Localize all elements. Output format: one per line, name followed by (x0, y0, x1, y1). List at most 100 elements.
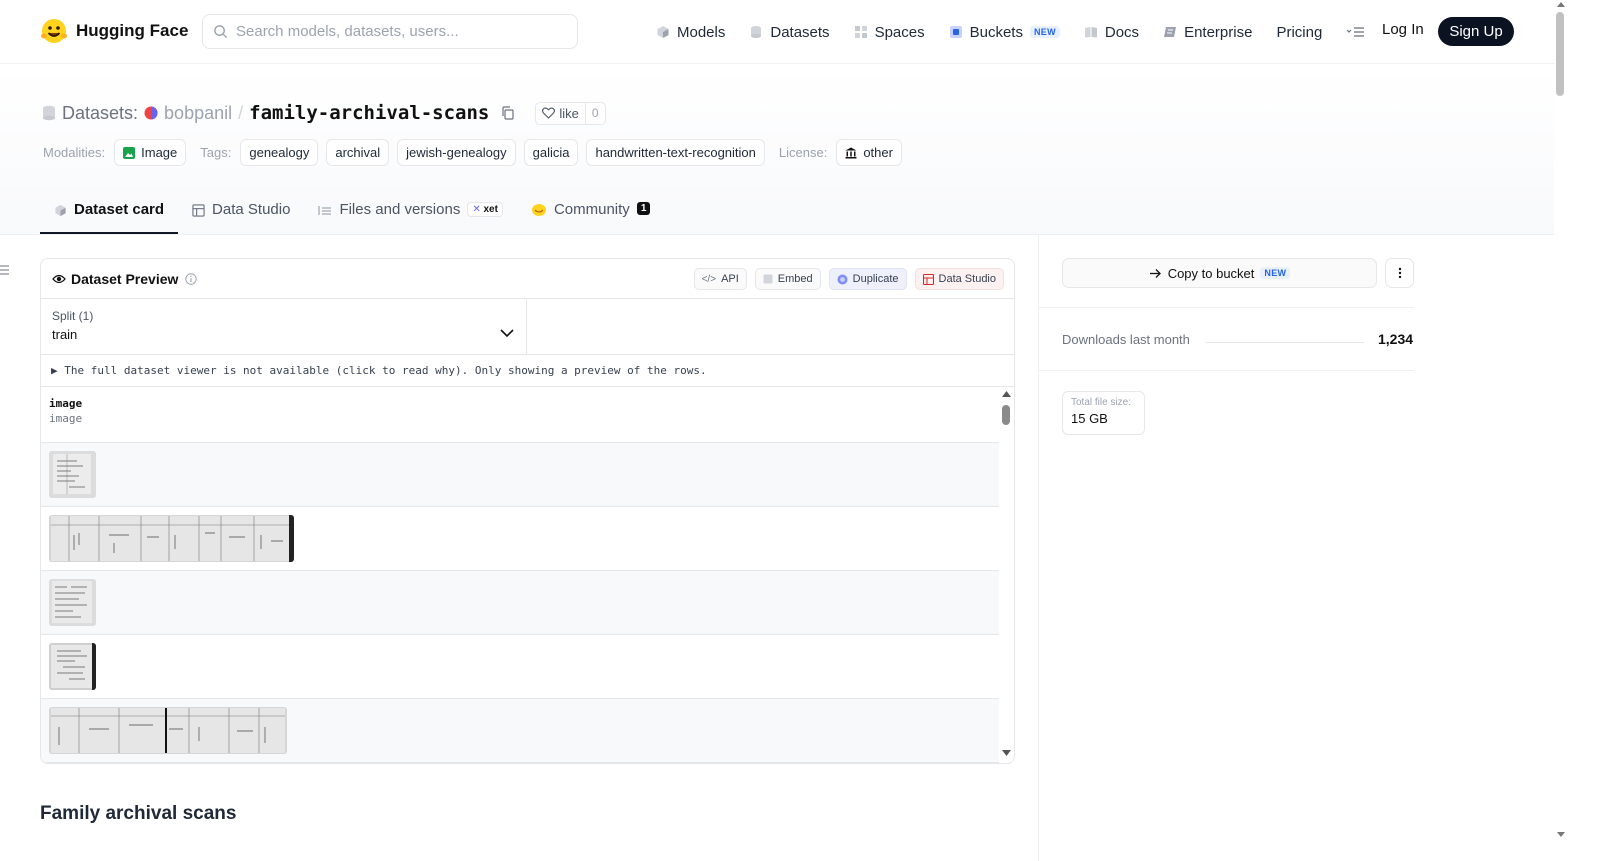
bank-icon (845, 147, 857, 158)
copy-to-bucket-button[interactable]: Copy to bucket NEW (1062, 258, 1377, 288)
embed-button[interactable]: Embed (754, 268, 821, 290)
column-type: image (49, 412, 83, 425)
modality-label: Image (141, 145, 178, 160)
nav-spaces[interactable]: Spaces (854, 20, 925, 44)
page-scrollbar[interactable] (1554, 0, 1568, 861)
search-input[interactable] (236, 23, 556, 40)
xet-badge: ✕ xet (467, 202, 503, 217)
repo-type-label: Datasets: (62, 102, 139, 123)
more-options-button[interactable] (1385, 258, 1414, 288)
search-box[interactable] (202, 14, 578, 49)
table-row[interactable] (41, 571, 999, 635)
downloads-value: 1,234 (1378, 331, 1414, 347)
like-count: 0 (591, 106, 599, 120)
info-icon[interactable] (185, 272, 198, 285)
files-icon (318, 206, 332, 215)
preview-title: Dataset Preview (71, 270, 179, 287)
table-row[interactable] (41, 699, 999, 763)
xet-badge-label: xet (483, 204, 498, 215)
new-badge: NEW (1029, 26, 1060, 38)
preview-header: Dataset Preview </> API Embed Duplicate … (41, 259, 1014, 299)
nav-datasets[interactable]: Datasets (749, 20, 830, 44)
heart-icon (542, 107, 556, 119)
repo-tags: Modalities: Image Tags: genealogy archiv… (43, 139, 910, 166)
brand-name: Hugging Face (76, 21, 189, 40)
table-row[interactable] (41, 635, 999, 699)
nav-docs[interactable]: Docs (1084, 20, 1139, 44)
nav-datasets-label: Datasets (770, 23, 830, 41)
scroll-up-icon[interactable] (1557, 2, 1565, 7)
table-row[interactable] (41, 443, 999, 507)
more-vertical-icon (1398, 267, 1401, 279)
brand-link[interactable]: Hugging Face (40, 17, 188, 45)
community-count-badge: 1 (636, 202, 651, 215)
file-size-value: 15 GB (1071, 411, 1108, 426)
tag-galicia[interactable]: galicia (523, 139, 579, 166)
scan-thumbnail[interactable] (49, 707, 287, 754)
license-value: other (863, 145, 893, 160)
tab-data-studio[interactable]: Data Studio (178, 193, 304, 234)
sidebar-toggle-icon[interactable] (0, 264, 10, 278)
tab-community-label: Community (553, 201, 630, 218)
scan-thumbnail[interactable] (49, 643, 96, 690)
search-icon (214, 25, 228, 39)
tag-genealogy[interactable]: genealogy (240, 139, 319, 166)
owner-avatar[interactable] (144, 106, 158, 120)
signup-button[interactable]: Sign Up (1438, 17, 1514, 46)
modalities-label: Modalities: (43, 145, 106, 160)
tab-dataset-card[interactable]: Dataset card (40, 193, 179, 234)
tab-community[interactable]: Community 1 (517, 193, 664, 234)
nav-buckets[interactable]: Buckets NEW (949, 20, 1060, 44)
scan-thumbnail[interactable] (49, 451, 96, 498)
scroll-up-icon[interactable] (1002, 391, 1011, 397)
tab-dataset-card-label: Dataset card (74, 201, 165, 218)
expand-triangle-icon: ▶ (51, 364, 58, 377)
scrollbar-thumb[interactable] (1002, 405, 1010, 425)
xet-icon: ✕ (472, 204, 481, 215)
nav-models[interactable]: Models (656, 20, 725, 44)
tab-files-label: Files and versions (339, 201, 461, 218)
api-button[interactable]: </> API (693, 268, 747, 290)
scroll-down-icon[interactable] (1002, 750, 1011, 756)
data-studio-button[interactable]: Data Studio (914, 268, 1004, 290)
scan-thumbnail[interactable] (49, 515, 294, 562)
like-button[interactable]: like 0 (535, 101, 606, 125)
nav-docs-label: Docs (1104, 23, 1140, 41)
viewer-notice[interactable]: ▶ The full dataset viewer is not availab… (41, 355, 1014, 387)
scan-thumbnail[interactable] (49, 579, 96, 626)
duplicate-button[interactable]: Duplicate (828, 268, 907, 290)
license-tag[interactable]: other (836, 139, 902, 166)
grid-icon (854, 26, 867, 38)
nav-more-menu[interactable] (1346, 20, 1366, 44)
duplicate-icon (837, 274, 848, 284)
login-link[interactable]: Log In (1382, 21, 1424, 38)
repo-owner-link[interactable]: bobpanil (164, 103, 232, 124)
tag-archival[interactable]: archival (326, 139, 390, 166)
scroll-down-icon[interactable] (1557, 832, 1565, 837)
nav-spaces-label: Spaces (874, 23, 925, 41)
nav-enterprise[interactable]: Enterprise (1163, 20, 1252, 44)
hugging-face-logo-icon (41, 19, 67, 43)
tab-files-and-versions[interactable]: Files and versions ✕ xet (304, 193, 517, 234)
eye-icon (52, 274, 66, 283)
copy-icon[interactable] (501, 106, 515, 120)
table-icon (922, 273, 934, 285)
path-separator: / (238, 102, 244, 123)
preview-scrollbar[interactable] (1000, 388, 1014, 763)
column-header-image[interactable]: image image (41, 388, 999, 443)
license-label: License: (778, 145, 828, 160)
embed-label: Embed (777, 273, 813, 285)
nav-pricing[interactable]: Pricing (1276, 20, 1322, 44)
repo-name-link[interactable]: family-archival-scans (249, 102, 489, 124)
enterprise-icon (1164, 27, 1177, 37)
file-size-label: Total file size: (1071, 397, 1132, 408)
split-dropdown[interactable]: Split (1) train (41, 299, 527, 355)
book-icon (1084, 27, 1097, 38)
tags-label: Tags: (200, 145, 232, 160)
tag-handwritten-text-recognition[interactable]: handwritten-text-recognition (586, 139, 765, 166)
modality-tag-image[interactable]: Image (114, 139, 187, 166)
page-scrollbar-thumb[interactable] (1556, 12, 1564, 96)
table-row[interactable] (41, 507, 999, 571)
tag-jewish-genealogy[interactable]: jewish-genealogy (397, 139, 516, 166)
database-icon (751, 26, 762, 38)
